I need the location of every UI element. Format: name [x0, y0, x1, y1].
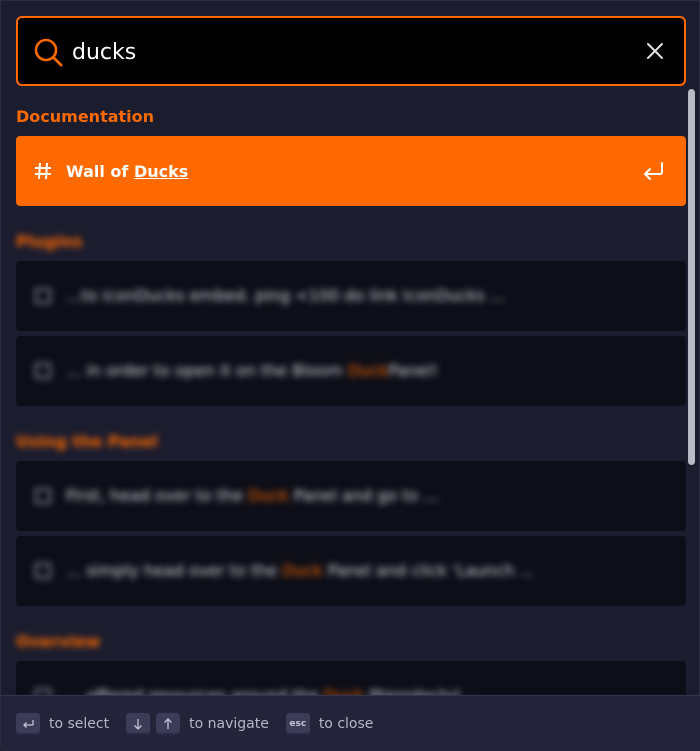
section-title-plugins: Plugins: [16, 232, 83, 251]
search-icon: [34, 38, 63, 67]
hit-wall-of-ducks[interactable]: Wall of Ducks: [16, 136, 686, 206]
search-modal: Documentation Wall of Ducks Plugins ...t…: [0, 0, 700, 751]
hit-title: First, head over to the Duck Panel and g…: [66, 486, 439, 505]
search-bar[interactable]: [16, 16, 686, 86]
footer: to select to navigate esc to close: [1, 695, 700, 751]
enter-key: [16, 712, 40, 735]
enter-icon: [644, 162, 663, 180]
hit-plugins-2[interactable]: ... in order to open it on the Bloom Duc…: [16, 336, 686, 406]
hit-content: ... in order to open it on the Bloom Duc…: [16, 336, 686, 406]
hit-title: ... simply head over to the Duck Panel a…: [66, 561, 535, 580]
arrow-down-key: [126, 712, 151, 735]
arrow-up-icon: [164, 717, 173, 729]
hit-title: ... offered resources around the Duck Pt…: [66, 686, 480, 695]
navigate-hint: to navigate: [189, 715, 269, 732]
hit-title: ... in order to open it on the Bloom Duc…: [66, 361, 438, 380]
hit-title: Wall of Ducks: [66, 161, 189, 181]
hit-overview-1[interactable]: ... offered resources around the Duck Pt…: [16, 661, 686, 695]
esc-key: esc: [285, 712, 310, 735]
text-icon: [35, 688, 51, 695]
section-title-documentation: Documentation: [16, 107, 155, 126]
hit-title: ...to iconDucks embed. ping <100 do link…: [66, 286, 506, 305]
text-icon: [35, 363, 51, 379]
hit-panel-2[interactable]: ... simply head over to the Duck Panel a…: [16, 536, 686, 606]
arrow-up-key: [156, 712, 181, 735]
scrollbar-thumb[interactable]: [688, 89, 695, 465]
hit-content: ... offered resources around the Duck Pt…: [16, 661, 686, 695]
section-title-using-the-panel: Using the Panel: [16, 432, 158, 451]
hash-icon: [35, 162, 51, 180]
hit-content: ... simply head over to the Duck Panel a…: [16, 536, 686, 606]
arrow-down-icon: [134, 718, 143, 730]
hit-content: ...to iconDucks embed. ping <100 do link…: [16, 261, 686, 331]
text-icon: [35, 488, 51, 504]
text-icon: [35, 288, 51, 304]
hit-panel-1[interactable]: First, head over to the Duck Panel and g…: [16, 461, 686, 531]
section-title-overview: Overview: [16, 632, 101, 651]
search-input[interactable]: [70, 34, 634, 70]
hit-content: First, head over to the Duck Panel and g…: [16, 461, 686, 531]
text-icon: [35, 563, 51, 579]
hit-plugins-1[interactable]: ...to iconDucks embed. ping <100 do link…: [16, 261, 686, 331]
enter-icon: [23, 719, 34, 728]
close-icon[interactable]: [646, 42, 664, 60]
select-hint: to select: [49, 715, 110, 732]
close-hint: to close: [318, 715, 374, 732]
